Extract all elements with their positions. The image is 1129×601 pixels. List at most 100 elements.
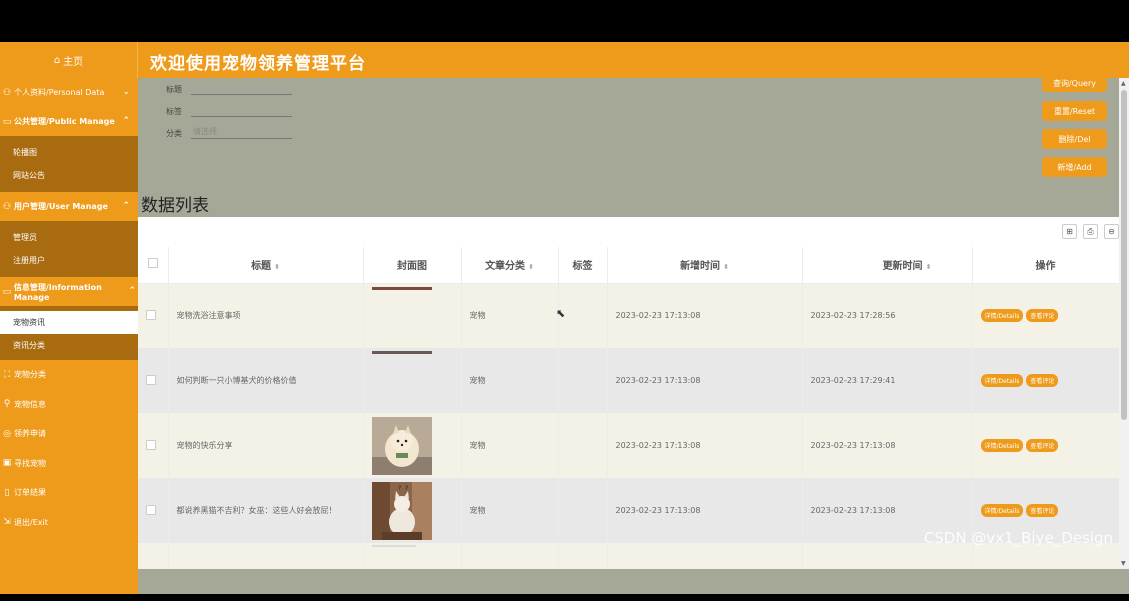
vertical-scrollbar[interactable]: ▲ ▼ (1119, 78, 1129, 569)
data-table-panel: ⊞ ⎙ ⊖ 标题 ⬍ 封面图 文章分类 ⬍ 标签 新增时间 ⬍ 更新时间 ⬍ 操… (138, 217, 1119, 569)
search-category-select[interactable]: 请选择 ⌄ (191, 124, 292, 139)
cell-created: 2023-02-23 17:13:08 (607, 413, 803, 478)
column-header-actions: 操作 (972, 247, 1119, 284)
submenu-information: 宠物资讯 资讯分类 (0, 306, 138, 360)
menu-label: 宠物分类 (14, 370, 46, 380)
row-checkbox[interactable] (146, 309, 156, 320)
cell-created (607, 543, 803, 569)
details-button[interactable]: 详情/Details (980, 374, 1024, 387)
reset-button[interactable]: 重置/Reset (1042, 101, 1107, 121)
cover-image (371, 351, 432, 354)
column-header-title[interactable]: 标题 ⬍ (168, 247, 364, 284)
comments-button[interactable]: 查看评论 (1026, 309, 1059, 323)
cell-tag (558, 348, 608, 413)
tag-icon: ⛶ (3, 369, 11, 380)
comments-button[interactable]: 查看评论 (1026, 439, 1059, 452)
sidebar-item-admin[interactable]: 管理员 (0, 226, 138, 249)
columns-icon[interactable]: ⊞ (1062, 224, 1077, 239)
menu-label: 用户管理/User Manage (14, 202, 108, 211)
watermark: CSDN @vx1_Biye_Design (923, 529, 1113, 547)
scroll-thumb[interactable] (1121, 90, 1127, 420)
scroll-down-icon[interactable]: ▼ (1121, 560, 1126, 567)
user-icon: ⚇ (2, 87, 12, 98)
paw-icon: ⚲ (3, 399, 11, 410)
header-text: 标题 (251, 261, 272, 273)
menu-information-manage[interactable]: ▭ 信息管理/Information Manage ⌃ (0, 277, 138, 306)
details-button[interactable]: 详情/Details (980, 439, 1024, 452)
row-checkbox[interactable] (146, 439, 156, 450)
menu-label: 公共管理/Public Manage (14, 117, 115, 126)
sidebar: ⚇ 个人资料/Personal Data ⌄ ▭ 公共管理/Public Man… (0, 78, 138, 594)
table-header-row: 标题 ⬍ 封面图 文章分类 ⬍ 标签 新增时间 ⬍ 更新时间 ⬍ 操作 (138, 247, 1119, 284)
column-header-tag: 标签 (558, 247, 608, 284)
table-row: 宠物的快乐分享 宠物 2023-02-23 17:13:08 2023-02-2… (138, 413, 1119, 478)
select-all-cell (138, 247, 169, 284)
home-link[interactable]: ⌂ 主页 (0, 42, 138, 78)
row-checkbox[interactable] (146, 504, 156, 515)
sidebar-item-registered-users[interactable]: 注册用户 (0, 249, 138, 272)
menu-personal-data[interactable]: ⚇ 个人资料/Personal Data ⌄ (0, 78, 138, 107)
cell-tag (558, 478, 608, 543)
chevron-down-icon: ⌄ (279, 126, 286, 136)
details-button[interactable]: 详情/Details (980, 309, 1024, 323)
cell-updated: 2023-02-23 17:13:08 (802, 413, 973, 478)
cell-title: 宠物的快乐分享 (168, 413, 364, 478)
add-button[interactable]: 新增/Add (1042, 157, 1107, 177)
comments-button[interactable]: 查看评论 (1026, 374, 1059, 387)
export-icon[interactable]: ⊖ (1104, 224, 1119, 239)
details-button[interactable]: 详情/Details (980, 504, 1024, 517)
cell-updated: 2023-02-23 17:29:41 (802, 348, 973, 413)
menu-label: 个人资料/Personal Data (14, 88, 105, 97)
menu-user-manage[interactable]: ⚇ 用户管理/User Manage ⌃ (0, 192, 138, 221)
cover-image (371, 545, 416, 547)
header-text: 更新时间 (882, 261, 923, 273)
cell-created: 2023-02-23 17:13:08 (607, 348, 803, 413)
menu-pet-info[interactable]: ⚲ 宠物信息 (0, 390, 138, 420)
cell-actions: 详情/Details 查看评论 (972, 283, 1119, 348)
select-all-checkbox[interactable] (147, 258, 158, 269)
cell-cover: ? ? (363, 478, 462, 543)
menu-exit[interactable]: ⇲ 退出/Exit (0, 508, 138, 538)
header-text: 标签 (572, 261, 593, 273)
search-tag-row: 标签 (166, 102, 292, 117)
comments-button[interactable]: 查看评论 (1026, 504, 1059, 517)
row-select-cell (138, 478, 169, 543)
cell-cover (363, 283, 462, 348)
column-header-category[interactable]: 文章分类 ⬍ (461, 247, 559, 284)
row-checkbox[interactable] (146, 374, 156, 385)
search-category-row: 分类 请选择 ⌄ (166, 124, 292, 139)
cell-created: 2023-02-23 17:13:08 (607, 478, 803, 543)
scroll-up-icon[interactable]: ▲ (1121, 80, 1126, 87)
cell-category: 宠物 (461, 478, 559, 543)
column-header-created[interactable]: 新增时间 ⬍ (607, 247, 803, 284)
menu-adoption-apply[interactable]: ◎ 领养申请 (0, 419, 138, 449)
delete-button[interactable]: 删除/Del (1042, 129, 1107, 149)
sidebar-item-announcement[interactable]: 网站公告 (0, 164, 138, 187)
cell-actions: 详情/Details 查看评论 (972, 413, 1119, 478)
menu-pet-category[interactable]: ⛶ 宠物分类 (0, 360, 138, 390)
board-icon: ▭ (2, 116, 12, 127)
search-tag-input[interactable] (191, 102, 292, 117)
print-icon[interactable]: ⎙ (1083, 224, 1098, 239)
menu-order-result[interactable]: ▯ 订单结果 (0, 478, 138, 508)
list-title: 数据列表 (141, 196, 209, 216)
table-toolbar: ⊞ ⎙ ⊖ (1062, 224, 1119, 239)
row-select-cell (138, 348, 169, 413)
sidebar-item-pet-news[interactable]: 宠物资讯 (0, 311, 138, 334)
cell-tag (558, 543, 608, 569)
cell-category (461, 543, 559, 569)
search-tag-label: 标签 (166, 107, 182, 116)
column-header-cover: 封面图 (363, 247, 462, 284)
chevron-up-icon: ⌃ (128, 286, 136, 296)
sidebar-item-news-category[interactable]: 资讯分类 (0, 334, 138, 357)
chevron-up-icon: ⌃ (122, 201, 130, 211)
sidebar-item-carousel[interactable]: 轮播图 (0, 141, 138, 164)
menu-public-manage[interactable]: ▭ 公共管理/Public Manage ⌃ (0, 107, 138, 136)
data-table: 标题 ⬍ 封面图 文章分类 ⬍ 标签 新增时间 ⬍ 更新时间 ⬍ 操作 宠物洗浴注意事项 (138, 247, 1119, 569)
search-title-input[interactable] (191, 80, 292, 95)
menu-find-pet[interactable]: ▣ 寻找宠物 (0, 449, 138, 479)
menu-label: 信息管理/Information Manage (13, 282, 102, 302)
svg-text:?: ? (398, 485, 401, 492)
query-button[interactable]: 查询/Query (1042, 78, 1107, 92)
column-header-updated[interactable]: 更新时间 ⬍ (802, 247, 973, 284)
